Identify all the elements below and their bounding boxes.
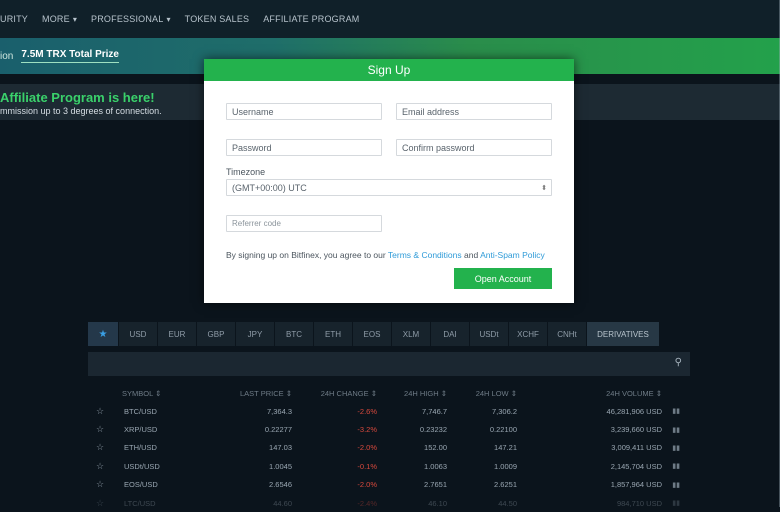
open-account-button[interactable]: Open Account: [454, 268, 552, 289]
select-arrows-icon: ⬍: [541, 184, 547, 192]
table-row[interactable]: ☆ XRP/USD 0.22277 -3.2% 0.23232 0.22100 …: [88, 420, 690, 438]
nav-item-token-sales[interactable]: TOKEN SALES: [185, 14, 250, 24]
star-icon[interactable]: ☆: [88, 442, 112, 453]
signup-modal: Sign Up Username Email address Password …: [204, 59, 574, 303]
chevron-down-icon: ▾: [72, 15, 78, 24]
chart-icon[interactable]: ▮▮: [662, 481, 680, 489]
chart-icon[interactable]: ▮▮: [662, 407, 680, 415]
confirm-password-input[interactable]: Confirm password: [396, 139, 552, 156]
password-input[interactable]: Password: [226, 139, 382, 156]
anti-spam-link[interactable]: Anti-Spam Policy: [480, 250, 545, 260]
table-row[interactable]: ☆ BTC/USD 7,364.3 -2.6% 7,746.7 7,306.2 …: [88, 402, 690, 420]
tab-jpy[interactable]: JPY: [236, 322, 274, 346]
table-header: SYMBOL ⇕ LAST PRICE ⇕ 24H CHANGE ⇕ 24H H…: [88, 384, 690, 402]
chart-icon[interactable]: ▮▮: [662, 462, 680, 470]
chevron-down-icon: ▾: [166, 15, 171, 24]
tab-btc[interactable]: BTC: [275, 322, 313, 346]
top-navigation: URITY MORE ▾ PROFESSIONAL ▾ TOKEN SALES AF…: [0, 0, 780, 38]
timezone-label: Timezone: [226, 167, 266, 177]
ticker-search[interactable]: ⚲: [88, 352, 690, 376]
tab-xlm[interactable]: XLM: [392, 322, 430, 346]
chart-icon[interactable]: ▮▮: [662, 444, 680, 452]
tab-usd[interactable]: USD: [119, 322, 157, 346]
tab-xchf[interactable]: XCHF: [509, 322, 547, 346]
nav-item-professional[interactable]: PROFESSIONAL ▾: [91, 14, 171, 24]
star-icon: ★: [98, 328, 108, 340]
nav-item-security[interactable]: URITY: [0, 14, 28, 24]
col-24h-volume[interactable]: 24H VOLUME ⇕: [517, 389, 662, 398]
col-symbol[interactable]: SYMBOL ⇕: [112, 389, 182, 398]
table-row[interactable]: ☆ ETH/USD 147.03 -2.0% 152.00 147.21 3,0…: [88, 439, 690, 457]
tab-cnht[interactable]: CNHt: [548, 322, 586, 346]
affiliate-subtitle: mmission up to 3 degrees of connection.: [0, 106, 162, 116]
tab-eur[interactable]: EUR: [158, 322, 196, 346]
banner-text: ion: [0, 50, 14, 62]
star-icon[interactable]: ☆: [88, 424, 112, 435]
email-input[interactable]: Email address: [396, 103, 552, 120]
tab-derivatives[interactable]: DERIVATIVES: [587, 322, 659, 346]
favorites-tab[interactable]: ★: [88, 322, 118, 346]
col-last-price[interactable]: LAST PRICE ⇕: [182, 389, 292, 398]
star-icon[interactable]: ☆: [88, 461, 112, 472]
search-icon[interactable]: ⚲: [675, 357, 682, 368]
table-row[interactable]: ☆ USDt/USD 1.0045 -0.1% 1.0063 1.0009 2,…: [88, 457, 690, 475]
terms-link[interactable]: Terms & Conditions: [388, 250, 462, 260]
table-row[interactable]: ☆ EOS/USD 2.6546 -2.0% 2.7651 2.6251 1,8…: [88, 476, 690, 494]
terms-text: By signing up on Bitfinex, you agree to …: [226, 250, 545, 260]
tab-eos[interactable]: EOS: [353, 322, 391, 346]
tab-eth[interactable]: ETH: [314, 322, 352, 346]
tab-usdt[interactable]: USDt: [470, 322, 508, 346]
tab-gbp[interactable]: GBP: [197, 322, 235, 346]
ticker-table: SYMBOL ⇕ LAST PRICE ⇕ 24H CHANGE ⇕ 24H H…: [88, 384, 690, 512]
username-input[interactable]: Username: [226, 103, 382, 120]
referrer-code-input[interactable]: Referrer code: [226, 215, 382, 232]
table-row[interactable]: ☆ LTC/USD 44.60 -2.4% 46.10 44.50 984,71…: [88, 494, 690, 512]
col-24h-change[interactable]: 24H CHANGE ⇕: [292, 389, 377, 398]
tab-dai[interactable]: DAI: [431, 322, 469, 346]
nav-item-more[interactable]: MORE ▾: [42, 14, 77, 24]
banner-prize[interactable]: 7.5M TRX Total Prize: [21, 49, 119, 63]
modal-title: Sign Up: [204, 59, 574, 81]
timezone-select[interactable]: (GMT+00:00) UTC ⬍: [226, 179, 552, 196]
star-icon[interactable]: ☆: [88, 406, 112, 417]
chart-icon[interactable]: ▮▮: [662, 426, 680, 434]
ticker-tabs: ★ USD EUR GBP JPY BTC ETH EOS XLM DAI US…: [88, 322, 688, 346]
chart-icon[interactable]: ▮▮: [662, 499, 680, 507]
nav-item-affiliate-program[interactable]: AFFILIATE PROGRAM: [263, 14, 359, 24]
col-24h-low[interactable]: 24H LOW ⇕: [447, 389, 517, 398]
star-icon[interactable]: ☆: [88, 479, 112, 490]
col-24h-high[interactable]: 24H HIGH ⇕: [377, 389, 447, 398]
affiliate-title: Affiliate Program is here!: [0, 90, 155, 105]
